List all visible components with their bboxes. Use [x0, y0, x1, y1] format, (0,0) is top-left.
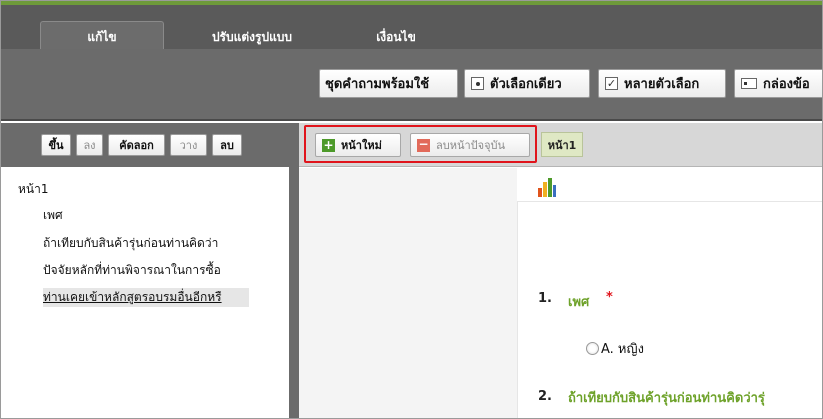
single-choice-label: ตัวเลือกเดียว: [490, 77, 562, 92]
ribbon-toolbar: ชุดคำถามพร้อมใช้ ตัวเลือกเดียว ✓ หลายตัว…: [1, 49, 822, 121]
textbox-button[interactable]: กล่องข้อ: [734, 69, 822, 98]
checkbox-icon: ✓: [605, 77, 618, 90]
ready-questions-button[interactable]: ชุดคำถามพร้อมใช้: [319, 69, 458, 98]
radio-button[interactable]: [586, 342, 599, 355]
move-down-button[interactable]: ลง: [76, 134, 103, 156]
tree-question-item[interactable]: ถ้าเทียบกับสินค้ารุ่นก่อนท่านคิดว่า: [43, 234, 249, 253]
textbox-label: กล่องข้อ: [763, 77, 810, 92]
panel-divider[interactable]: [289, 123, 299, 418]
copy-button[interactable]: คัดลอก: [108, 134, 165, 156]
question-tree-panel: ขึ้น ลง คัดลอก วาง ลบ หน้า1 เพศ ถ้าเทียบ…: [1, 123, 289, 418]
tree-question-item[interactable]: เพศ: [43, 206, 63, 225]
required-marker: *: [606, 290, 613, 305]
question-number: 1.: [538, 291, 552, 306]
tree-question-item-selected[interactable]: ท่านเคยเข้าหลักสูตรอบรมอื่นอีกหรื: [43, 288, 249, 307]
multi-choice-button[interactable]: ✓ หลายตัวเลือก: [598, 69, 726, 98]
page-tab-1[interactable]: หน้า1: [541, 132, 583, 157]
canvas-margin: [299, 168, 517, 418]
answer-option-label: A. หญิง: [601, 342, 644, 357]
textbox-icon: [741, 78, 757, 89]
question-number: 2.: [538, 389, 552, 404]
bar-chart-icon: [538, 178, 556, 197]
delete-button[interactable]: ลบ: [212, 134, 242, 156]
multi-choice-label: หลายตัวเลือก: [624, 77, 700, 92]
tree-page-item[interactable]: หน้า1: [18, 180, 49, 199]
single-choice-button[interactable]: ตัวเลือกเดียว: [464, 69, 590, 98]
ready-questions-label: ชุดคำถามพร้อมใช้: [325, 77, 430, 92]
question-title[interactable]: ถ้าเทียบกับสินค้ารุ่นก่อนท่านคิดว่ารุ่: [568, 387, 822, 408]
highlight-annotation: [304, 125, 537, 163]
tree-toolbar: ขึ้น ลง คัดลอก วาง ลบ: [1, 123, 289, 167]
top-tab-bar: แก้ไข ปรับแต่งรูปแบบ เงื่อนไข: [1, 1, 822, 53]
app-window: แก้ไข ปรับแต่งรูปแบบ เงื่อนไข ชุดคำถามพร…: [0, 0, 823, 419]
move-up-button[interactable]: ขึ้น: [41, 134, 71, 156]
paste-button[interactable]: วาง: [170, 134, 207, 156]
tree-question-item[interactable]: ปัจจัยหลักที่ท่านพิจารณาในการซื้อ: [43, 261, 249, 280]
question-title[interactable]: เพศ: [568, 291, 589, 312]
answer-option[interactable]: A. หญิง: [586, 338, 644, 359]
radio-icon: [471, 77, 484, 90]
